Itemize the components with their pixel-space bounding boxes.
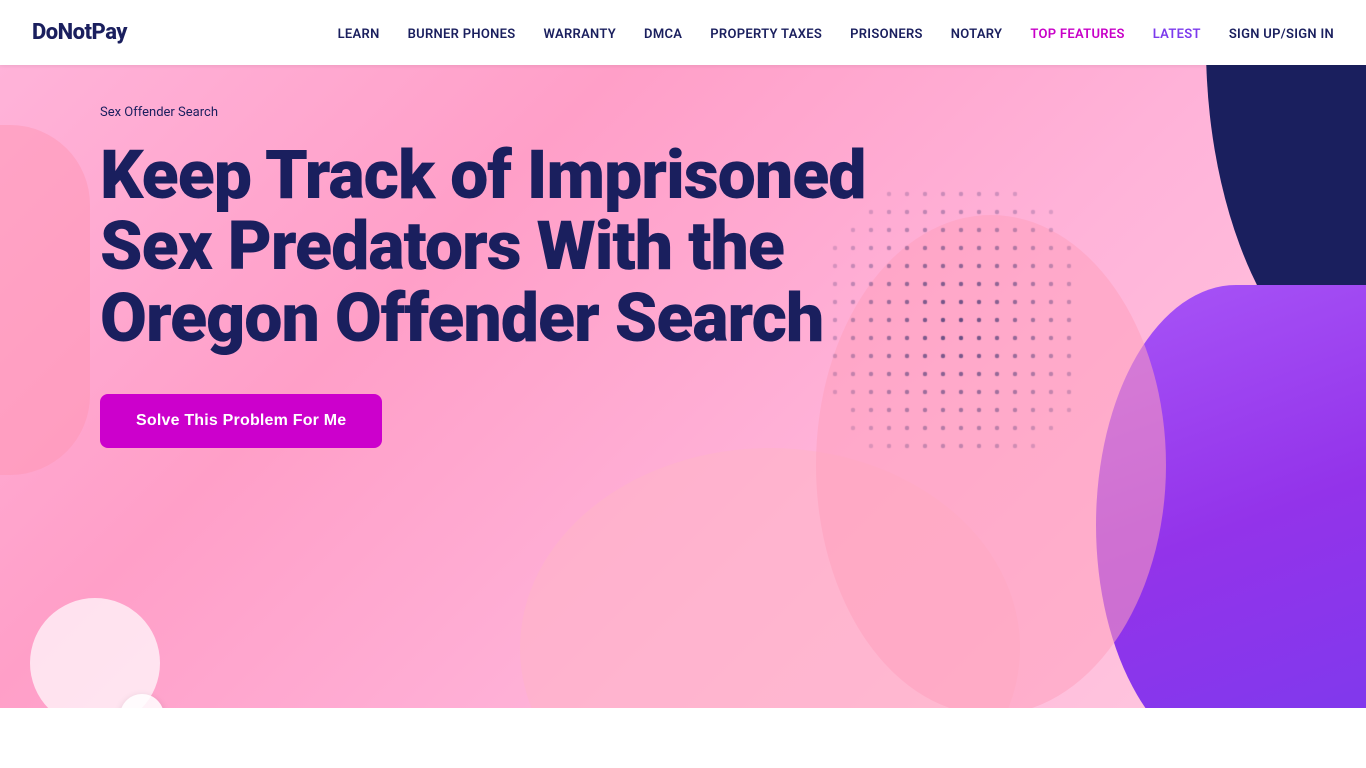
nav-burner-phones[interactable]: BURNER PHONES [408, 27, 516, 42]
hero-title: Keep Track of Imprisoned Sex Predators W… [100, 140, 880, 354]
decorative-shape-left [0, 125, 90, 475]
nav-learn[interactable]: LEARN [338, 27, 380, 42]
bottom-strip [0, 708, 1366, 768]
cta-button[interactable]: Solve This Problem For Me [100, 394, 382, 448]
nav-signin[interactable]: SIGN UP/SIGN IN [1229, 27, 1334, 42]
hero-section: Sex Offender Search Keep Track of Impris… [0, 65, 1366, 768]
nav-warranty[interactable]: WARRANTY [544, 27, 617, 42]
navbar: DoNotPay LEARN BURNER PHONES WARRANTY DM… [0, 0, 1366, 65]
breadcrumb: Sex Offender Search [100, 105, 880, 120]
nav-property-taxes[interactable]: PROPERTY TAXES [710, 27, 822, 42]
nav-dmca[interactable]: DMCA [644, 27, 682, 42]
nav-prisoners[interactable]: PRISONERS [850, 27, 923, 42]
nav-links: LEARN BURNER PHONES WARRANTY DMCA PROPER… [338, 23, 1334, 42]
nav-top-features[interactable]: TOP FEATURES [1030, 27, 1124, 42]
nav-notary[interactable]: NOTARY [951, 27, 1003, 42]
site-logo[interactable]: DoNotPay [32, 20, 127, 45]
nav-latest[interactable]: LATEST [1153, 27, 1201, 42]
hero-content: Sex Offender Search Keep Track of Impris… [100, 105, 880, 448]
